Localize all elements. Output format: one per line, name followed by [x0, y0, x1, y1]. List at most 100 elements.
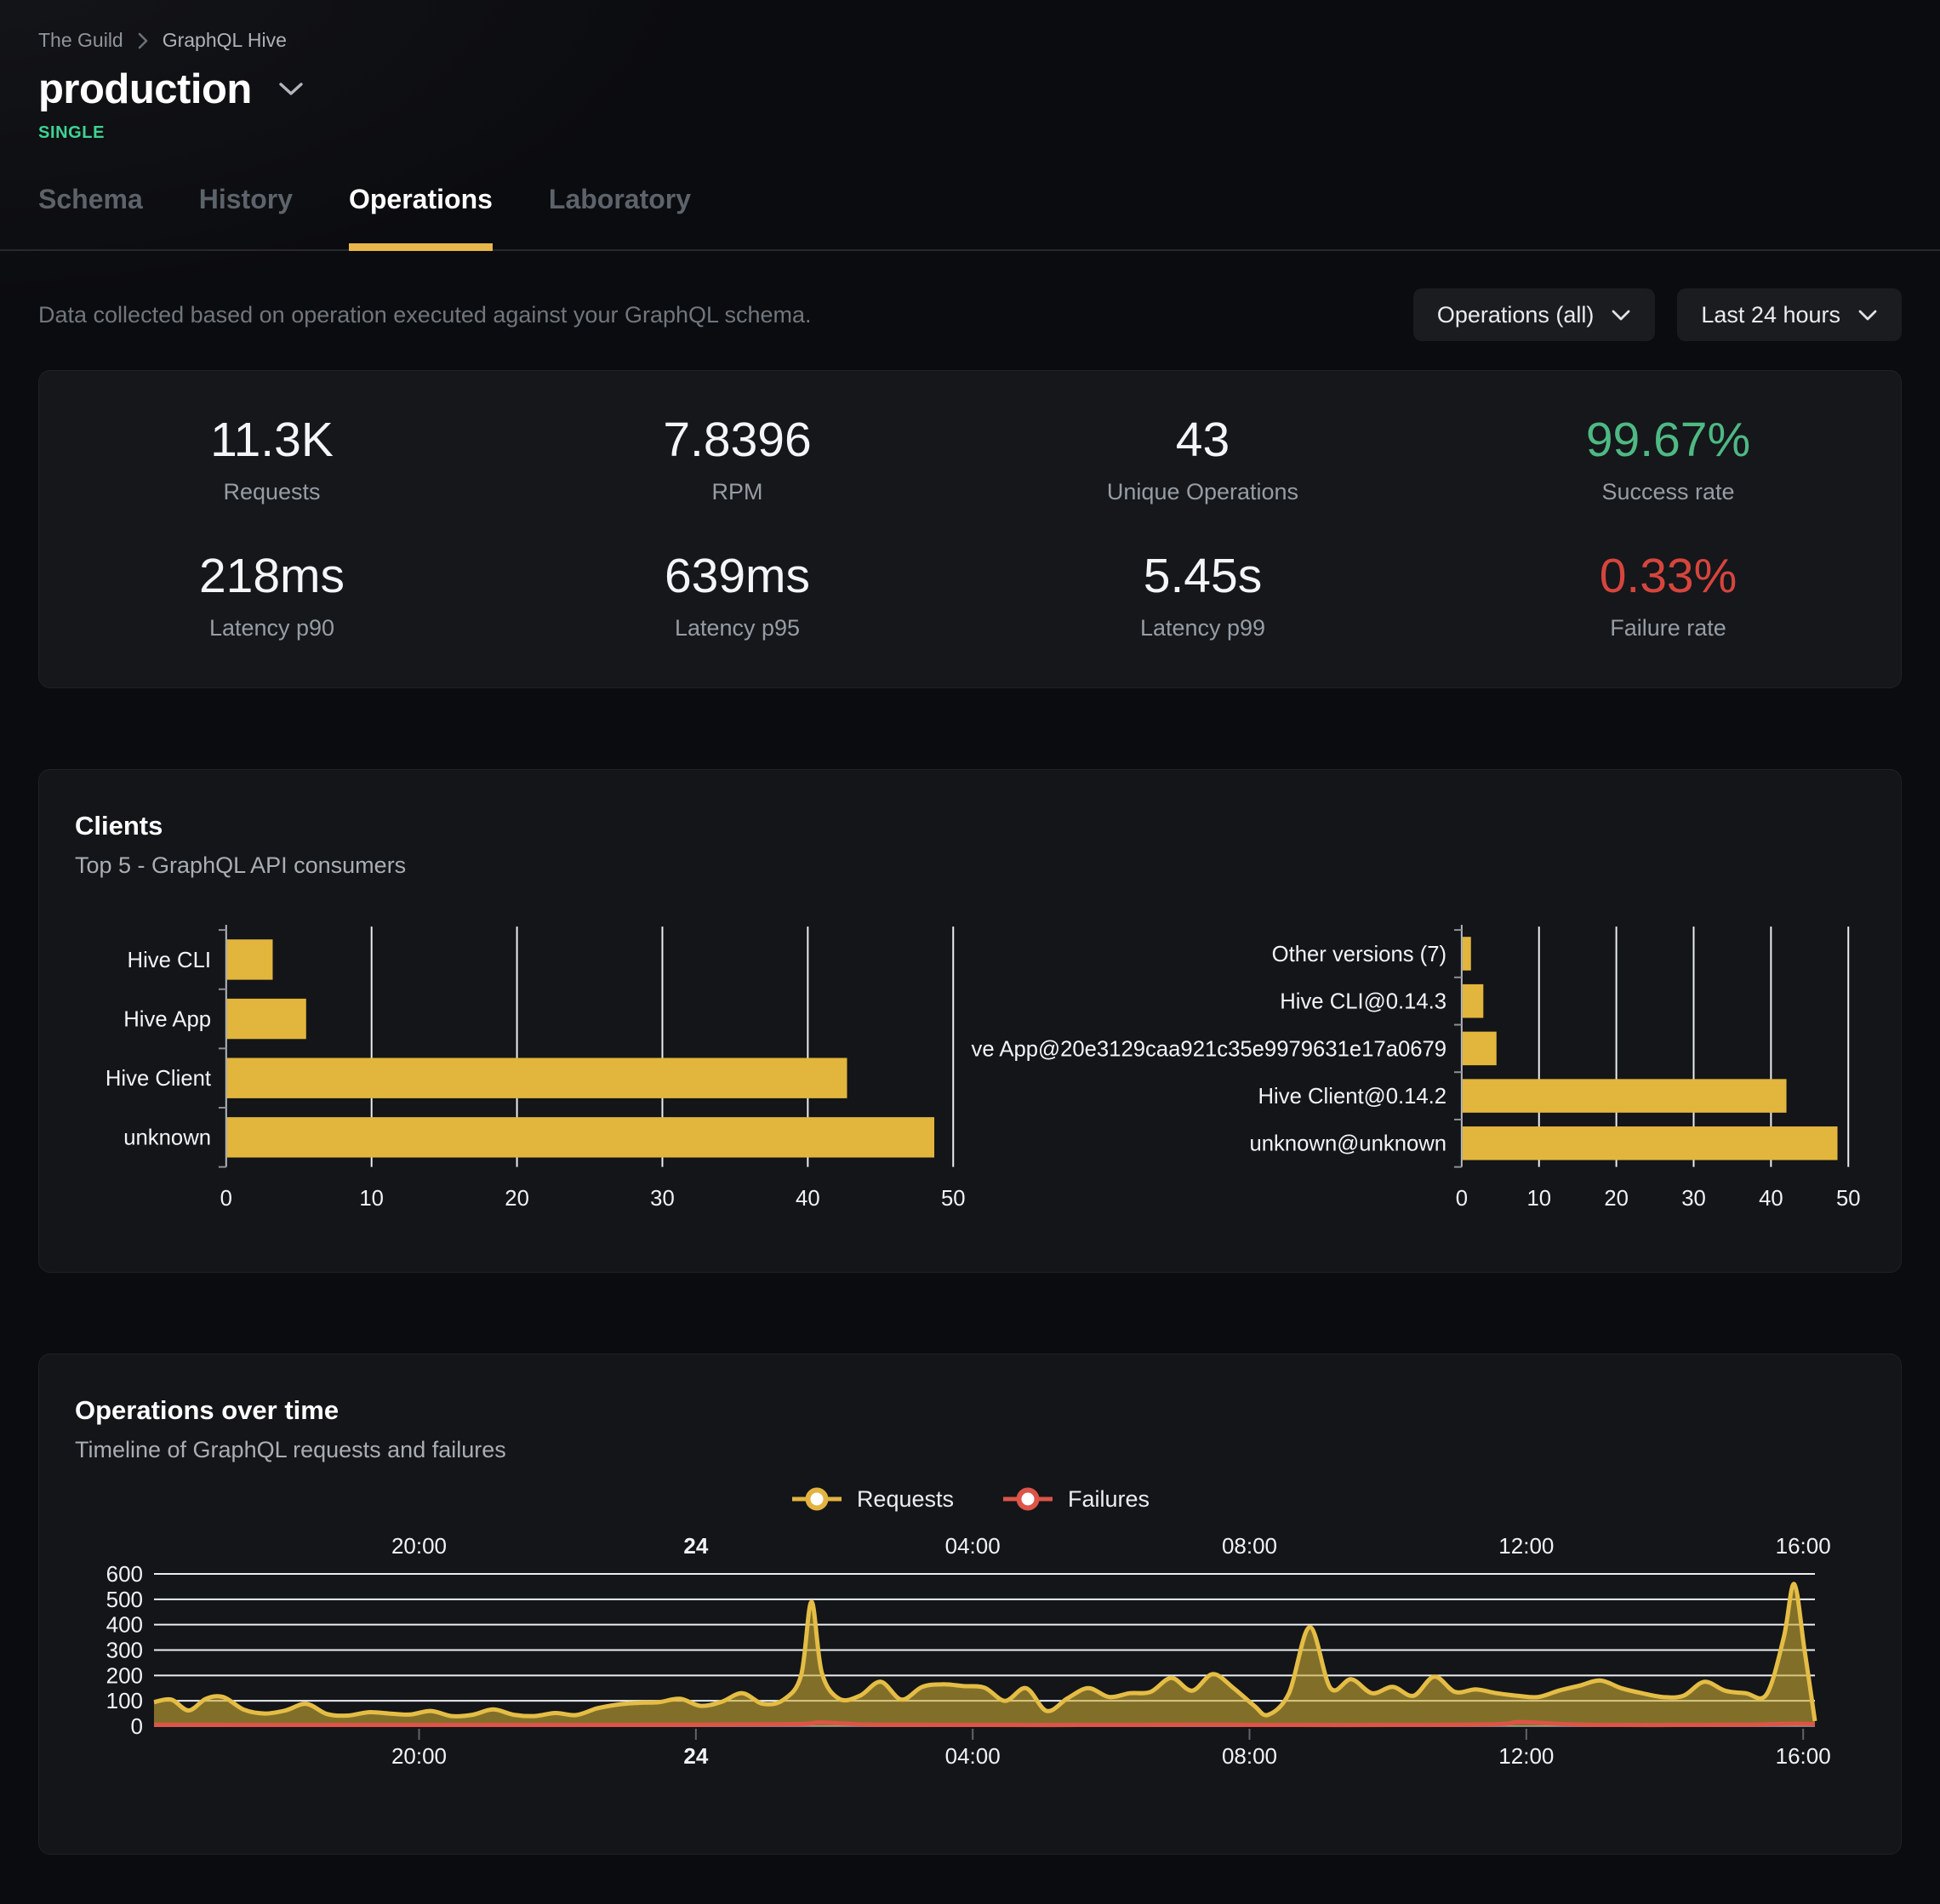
stat-rpm: 7.8396 RPM	[505, 412, 970, 505]
legend-marker-icon	[790, 1485, 843, 1513]
svg-text:04:00: 04:00	[945, 1533, 1001, 1559]
svg-text:50: 50	[941, 1187, 966, 1211]
chevron-down-icon	[1611, 309, 1631, 322]
target-selector-chevron-down-icon[interactable]	[277, 81, 305, 98]
svg-text:10: 10	[1526, 1187, 1551, 1211]
svg-text:Hive App@20e3129caa921c35e9979: Hive App@20e3129caa921c35e9979631e17a067…	[970, 1037, 1446, 1061]
svg-text:500: 500	[106, 1587, 143, 1612]
stat-requests: 11.3K Requests	[39, 412, 505, 505]
svg-text:10: 10	[359, 1187, 384, 1211]
operations-subtitle: Timeline of GraphQL requests and failure…	[75, 1437, 1865, 1463]
period-filter-label: Last 24 hours	[1701, 302, 1840, 328]
legend-label: Failures	[1068, 1486, 1150, 1513]
svg-text:Hive Client@0.14.2: Hive Client@0.14.2	[1258, 1085, 1447, 1109]
stat-latency-p99: 5.45s Latency p99	[970, 548, 1435, 641]
svg-text:16:00: 16:00	[1776, 1533, 1831, 1559]
stat-latency-p95: 639ms Latency p95	[505, 548, 970, 641]
stat-value: 639ms	[505, 548, 970, 604]
svg-text:24: 24	[683, 1743, 708, 1769]
svg-text:Hive CLI: Hive CLI	[128, 949, 211, 972]
svg-text:Other versions (7): Other versions (7)	[1272, 943, 1446, 966]
svg-text:30: 30	[650, 1187, 675, 1211]
stat-label: Failure rate	[1435, 615, 1901, 641]
svg-text:Hive CLI@0.14.3: Hive CLI@0.14.3	[1280, 990, 1446, 1014]
stat-value: 11.3K	[39, 412, 505, 468]
stat-label: Unique Operations	[970, 479, 1435, 505]
operations-title: Operations over time	[75, 1395, 1865, 1426]
legend-item-requests[interactable]: Requests	[790, 1485, 954, 1513]
svg-text:20:00: 20:00	[391, 1533, 447, 1559]
breadcrumb: The Guild GraphQL Hive	[38, 29, 1902, 52]
svg-text:40: 40	[796, 1187, 820, 1211]
clients-title: Clients	[75, 811, 1865, 841]
tab-schema[interactable]: Schema	[38, 184, 143, 249]
svg-text:04:00: 04:00	[945, 1743, 1001, 1769]
timeline-legend: Requests Failures	[75, 1485, 1865, 1513]
stat-label: Latency p99	[970, 615, 1435, 641]
svg-text:20: 20	[505, 1187, 529, 1211]
svg-text:30: 30	[1681, 1187, 1706, 1211]
breadcrumb-project[interactable]: GraphQL Hive	[163, 29, 287, 52]
stat-success-rate: 99.67% Success rate	[1435, 412, 1901, 505]
svg-text:100: 100	[106, 1688, 143, 1713]
legend-label: Requests	[857, 1486, 954, 1513]
stat-label: Latency p90	[39, 615, 505, 641]
chevron-down-icon	[1857, 309, 1878, 322]
svg-text:24: 24	[683, 1533, 708, 1559]
status-badge: SINGLE	[38, 123, 1902, 143]
svg-text:0: 0	[1456, 1187, 1468, 1211]
page-title: production	[38, 66, 252, 113]
svg-text:0: 0	[131, 1713, 143, 1739]
tab-laboratory[interactable]: Laboratory	[549, 184, 691, 249]
svg-text:400: 400	[106, 1612, 143, 1638]
period-filter-button[interactable]: Last 24 hours	[1677, 288, 1902, 341]
page-header: The Guild GraphQL Hive production SINGLE	[0, 0, 1940, 143]
operations-over-time-card: Operations over time Timeline of GraphQL…	[38, 1354, 1902, 1855]
main-content: Data collected based on operation execut…	[0, 288, 1940, 1855]
stat-latency-p90: 218ms Latency p90	[39, 548, 505, 641]
stat-value: 99.67%	[1435, 412, 1901, 468]
stat-label: RPM	[505, 479, 970, 505]
svg-text:0: 0	[220, 1187, 232, 1211]
clients-by-name-bar-chart: Hive CLI Hive App Hive Client unknown 0 10 20 3…	[75, 921, 970, 1228]
svg-text:20: 20	[1604, 1187, 1629, 1211]
tab-operations[interactable]: Operations	[349, 184, 493, 249]
operations-timeline-chart: 20:00 20:00 24 24 04:00 04:00 08:00 08:00 12:00 1…	[75, 1525, 1870, 1805]
clients-subtitle: Top 5 - GraphQL API consumers	[75, 852, 1865, 879]
stats-summary-card: 11.3K Requests7.8396 RPM43 Unique Operation…	[38, 370, 1902, 688]
svg-text:08:00: 08:00	[1222, 1743, 1277, 1769]
operations-filter-label: Operations (all)	[1437, 302, 1595, 328]
svg-text:Hive Client: Hive Client	[106, 1067, 211, 1091]
stat-value: 7.8396	[505, 412, 970, 468]
svg-text:16:00: 16:00	[1776, 1743, 1831, 1769]
svg-text:unknown: unknown	[123, 1126, 211, 1150]
chevron-right-icon	[137, 31, 149, 50]
stat-value: 5.45s	[970, 548, 1435, 604]
stat-failure-rate: 0.33% Failure rate	[1435, 548, 1901, 641]
svg-text:08:00: 08:00	[1222, 1533, 1277, 1559]
stat-label: Latency p95	[505, 615, 970, 641]
clients-by-version-bar-chart: Other versions (7) Hive CLI@0.14.3 Hive Ap…	[970, 921, 1865, 1228]
svg-text:20:00: 20:00	[391, 1743, 447, 1769]
stat-value: 43	[970, 412, 1435, 468]
svg-text:12:00: 12:00	[1498, 1533, 1554, 1559]
operations-filter-button[interactable]: Operations (all)	[1413, 288, 1656, 341]
svg-text:Hive App: Hive App	[123, 1007, 211, 1031]
legend-item-failures[interactable]: Failures	[1001, 1485, 1150, 1513]
breadcrumb-org[interactable]: The Guild	[38, 29, 123, 52]
svg-text:50: 50	[1836, 1187, 1861, 1211]
svg-text:40: 40	[1759, 1187, 1783, 1211]
stat-label: Requests	[39, 479, 505, 505]
svg-text:600: 600	[106, 1561, 143, 1587]
stat-value: 218ms	[39, 548, 505, 604]
tab-bar: Schema History Operations Laboratory	[0, 184, 1940, 251]
svg-text:12:00: 12:00	[1498, 1743, 1554, 1769]
clients-card: Clients Top 5 - GraphQL API consumers Hi…	[38, 769, 1902, 1273]
stat-value: 0.33%	[1435, 548, 1901, 604]
tab-history[interactable]: History	[199, 184, 293, 249]
svg-text:unknown@unknown: unknown@unknown	[1249, 1132, 1446, 1156]
svg-text:300: 300	[106, 1638, 143, 1663]
stat-label: Success rate	[1435, 479, 1901, 505]
data-description: Data collected based on operation execut…	[38, 302, 812, 328]
stat-unique-operations: 43 Unique Operations	[970, 412, 1435, 505]
